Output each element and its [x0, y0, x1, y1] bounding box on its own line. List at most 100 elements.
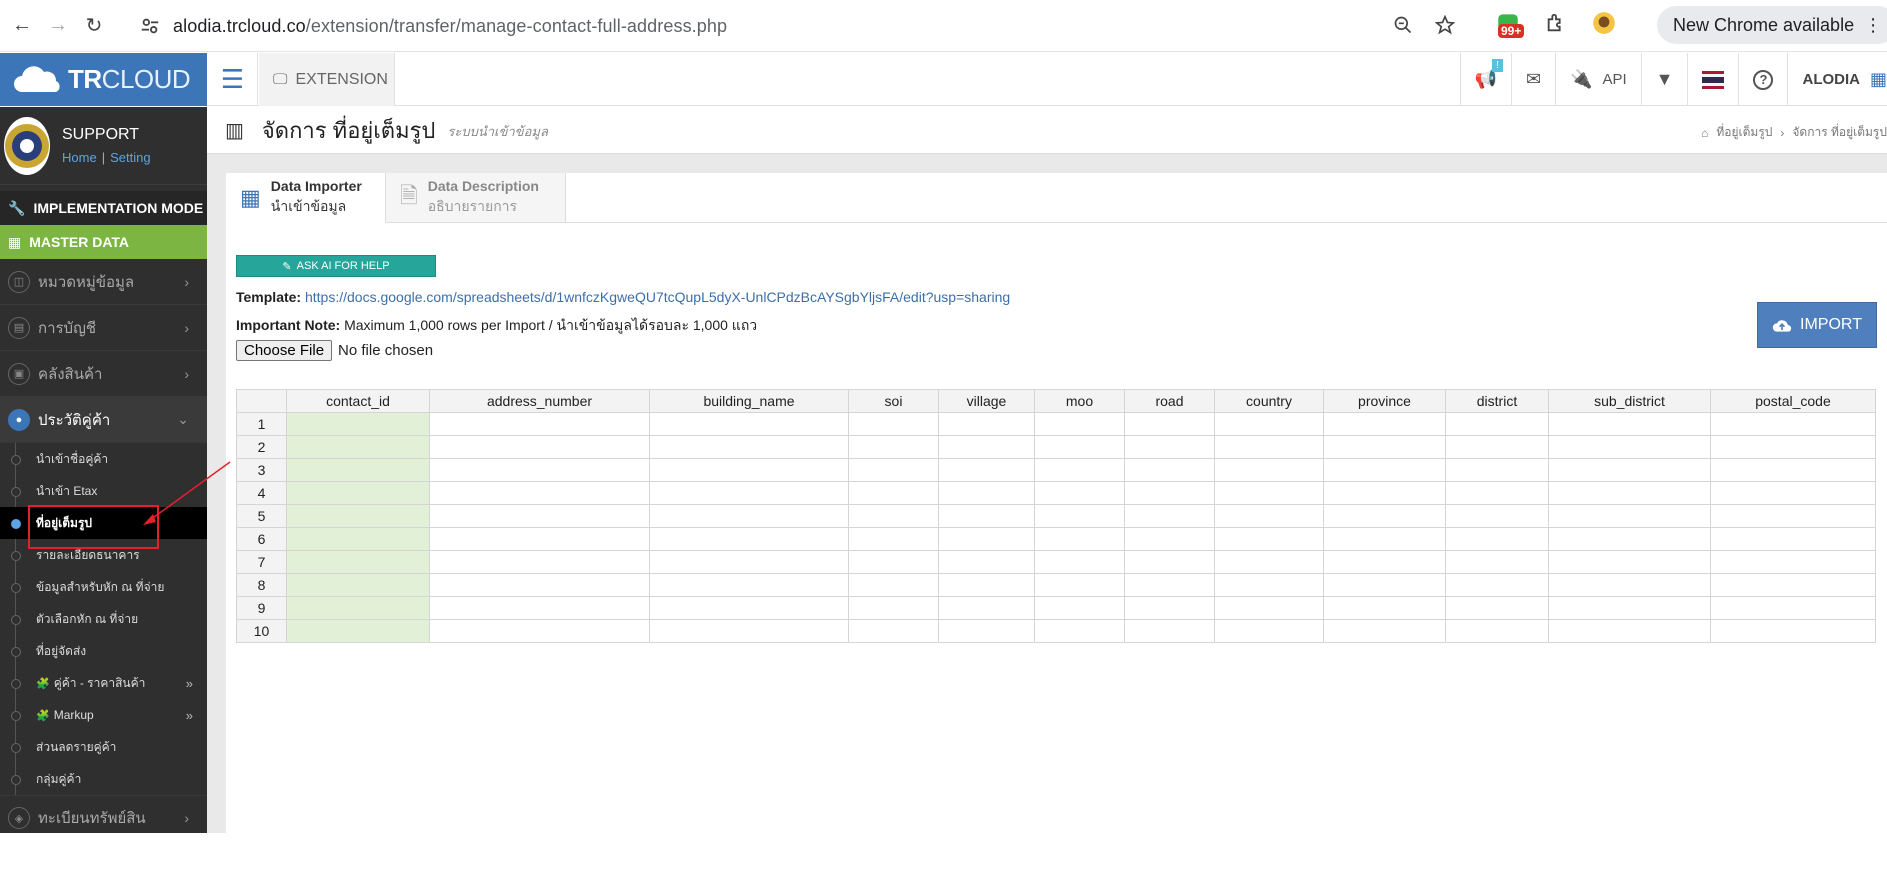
grid-cell[interactable]	[1548, 412, 1711, 436]
column-header[interactable]: building_name	[649, 389, 849, 413]
grid-cell[interactable]	[1214, 481, 1324, 505]
profile-avatar-icon[interactable]	[1591, 10, 1617, 36]
grid-cell[interactable]	[1124, 458, 1215, 482]
sidebar-item-asset-registry[interactable]: ◈ ทะเบียนทรัพย์สิน ›	[0, 795, 207, 833]
grid-cell[interactable]	[1548, 458, 1711, 482]
file-input[interactable]: Choose File No file chosen	[236, 340, 433, 361]
grid-cell[interactable]	[429, 527, 650, 551]
grid-cell[interactable]	[1323, 458, 1446, 482]
sidebar-item-category[interactable]: ◫ หมวดหมู่ข้อมูล ›	[0, 259, 207, 305]
grid-cell[interactable]	[938, 458, 1035, 482]
grid-cell[interactable]	[286, 435, 430, 459]
grid-cell[interactable]	[429, 596, 650, 620]
grid-cell[interactable]	[1548, 596, 1711, 620]
grid-cell[interactable]	[1034, 435, 1125, 459]
grid-cell[interactable]	[1710, 550, 1876, 574]
submenu-withholding-info[interactable]: ข้อมูลสำหรับหัก ณ ที่จ่าย	[0, 571, 207, 603]
grid-cell[interactable]	[938, 573, 1035, 597]
grid-cell[interactable]	[1214, 527, 1324, 551]
back-icon[interactable]: ←	[8, 12, 36, 40]
grid-cell[interactable]	[848, 435, 939, 459]
grid-cell[interactable]	[1445, 619, 1549, 643]
grid-cell[interactable]	[1214, 412, 1324, 436]
grid-cell[interactable]	[286, 481, 430, 505]
grid-cell[interactable]	[429, 504, 650, 528]
tab-data-description[interactable]: 🗎 Data Description อธิบายรายการ	[386, 173, 566, 222]
grid-cell[interactable]	[938, 596, 1035, 620]
grid-cell[interactable]	[1124, 596, 1215, 620]
grid-cell[interactable]	[1124, 435, 1215, 459]
sidebar-item-inventory[interactable]: ▣ คลังสินค้า ›	[0, 351, 207, 397]
language-button[interactable]	[1687, 53, 1738, 106]
submenu-contact-discount[interactable]: ส่วนลดรายคู่ค้า	[0, 731, 207, 763]
grid-cell[interactable]	[649, 412, 849, 436]
grid-cell[interactable]	[1034, 458, 1125, 482]
grid-cell[interactable]	[429, 573, 650, 597]
forward-icon[interactable]: →	[44, 12, 72, 40]
grid-cell[interactable]	[1323, 596, 1446, 620]
setting-link[interactable]: Setting	[110, 150, 150, 165]
grid-cell[interactable]	[1548, 435, 1711, 459]
column-header[interactable]: village	[938, 389, 1035, 413]
column-header[interactable]: province	[1323, 389, 1446, 413]
chrome-update-button[interactable]: New Chrome available ⋮	[1657, 6, 1887, 44]
grid-cell[interactable]	[1323, 550, 1446, 574]
company-button[interactable]: ALODIA ▦	[1787, 53, 1887, 106]
site-info-icon[interactable]	[139, 15, 161, 37]
grid-cell[interactable]	[1548, 573, 1711, 597]
grid-cell[interactable]	[649, 596, 849, 620]
trcloud-logo[interactable]: TR CLOUD	[0, 53, 207, 106]
grid-cell[interactable]	[1323, 573, 1446, 597]
home-icon[interactable]: ⌂	[1701, 126, 1708, 140]
grid-cell[interactable]	[649, 619, 849, 643]
grid-cell[interactable]	[1445, 504, 1549, 528]
grid-cell[interactable]	[1323, 412, 1446, 436]
grid-cell[interactable]	[848, 596, 939, 620]
grid-cell[interactable]	[848, 412, 939, 436]
import-grid[interactable]: contact_id address_number building_name soi…	[236, 389, 1876, 643]
grid-cell[interactable]	[649, 481, 849, 505]
grid-cell[interactable]	[1214, 619, 1324, 643]
grid-cell[interactable]	[429, 550, 650, 574]
grid-cell[interactable]	[1548, 550, 1711, 574]
extensions-puzzle-icon[interactable]	[1545, 12, 1567, 34]
grid-cell[interactable]	[938, 412, 1035, 436]
grid-cell[interactable]	[1710, 435, 1876, 459]
grid-cell[interactable]	[938, 550, 1035, 574]
grid-cell[interactable]	[1323, 619, 1446, 643]
column-header[interactable]: district	[1445, 389, 1549, 413]
grid-cell[interactable]	[1548, 481, 1711, 505]
grid-cell[interactable]	[1034, 596, 1125, 620]
column-header[interactable]: postal_code	[1710, 389, 1876, 413]
column-header[interactable]: moo	[1034, 389, 1125, 413]
submenu-bank-details[interactable]: รายละเอียดธนาคาร	[0, 539, 207, 571]
grid-cell[interactable]	[1710, 619, 1876, 643]
grid-cell[interactable]	[1124, 550, 1215, 574]
avatar[interactable]	[4, 116, 50, 175]
grid-cell[interactable]	[1710, 481, 1876, 505]
grid-cell[interactable]	[1214, 504, 1324, 528]
announcement-button[interactable]: 📢 !	[1459, 53, 1511, 106]
grid-cell[interactable]	[1124, 573, 1215, 597]
grid-cell[interactable]	[938, 527, 1035, 551]
help-button[interactable]: ?	[1738, 53, 1787, 106]
submenu-full-address[interactable]: ที่อยู่เต็มรูป	[0, 507, 207, 539]
grid-cell[interactable]	[1034, 527, 1125, 551]
grid-cell[interactable]	[1034, 573, 1125, 597]
column-header[interactable]: country	[1214, 389, 1324, 413]
grid-cell[interactable]	[1214, 573, 1324, 597]
grid-cell[interactable]	[1710, 573, 1876, 597]
grid-cell[interactable]	[649, 458, 849, 482]
column-header[interactable]: contact_id	[286, 389, 430, 413]
grid-cell[interactable]	[848, 481, 939, 505]
grid-cell[interactable]	[848, 573, 939, 597]
home-link[interactable]: Home	[62, 150, 97, 165]
submenu-shipping-address[interactable]: ที่อยู่จัดส่ง	[0, 635, 207, 667]
grid-cell[interactable]	[429, 481, 650, 505]
grid-cell[interactable]	[1124, 527, 1215, 551]
grid-cell[interactable]	[649, 573, 849, 597]
submenu-contact-group[interactable]: กลุ่มคู่ค้า	[0, 763, 207, 795]
submenu-contact-price[interactable]: 🧩 คู่ค้า - ราคาสินค้า »	[0, 667, 207, 699]
grid-cell[interactable]	[286, 527, 430, 551]
grid-cell[interactable]	[649, 527, 849, 551]
